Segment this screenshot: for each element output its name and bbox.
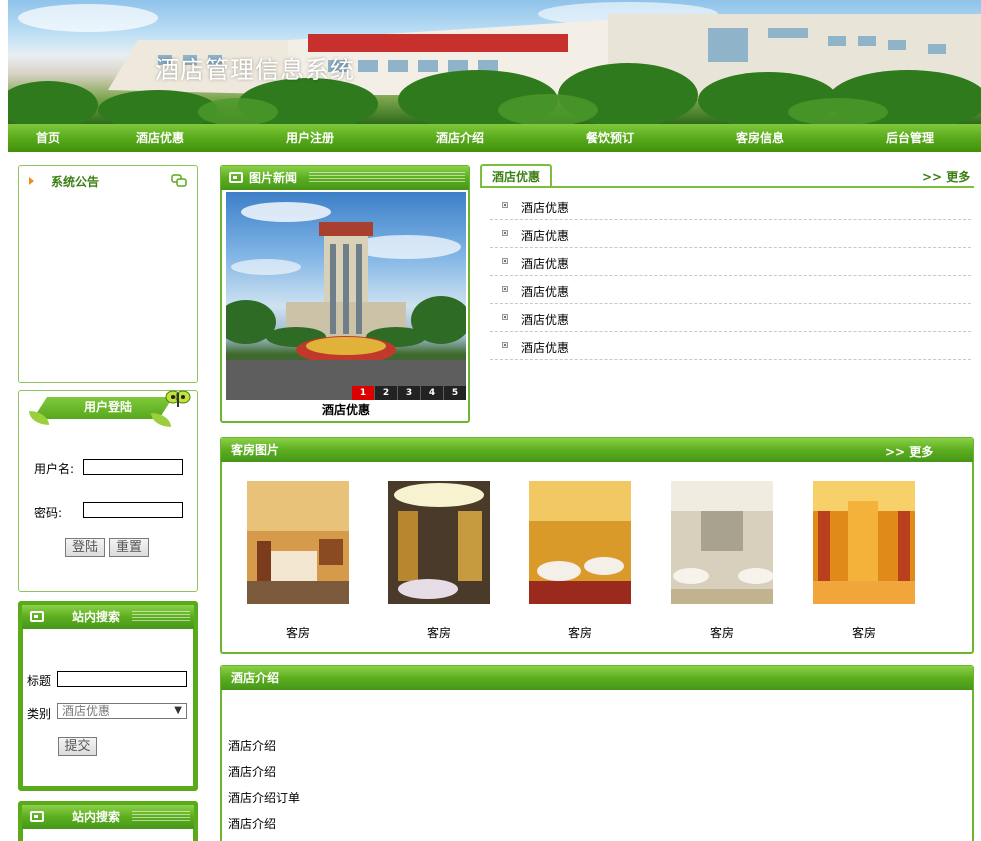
square-bullet-icon <box>502 342 508 348</box>
reset-button[interactable]: 重置 <box>109 538 149 557</box>
header-stripes <box>132 611 190 623</box>
intro-link[interactable]: 酒店介绍订单 <box>228 789 300 806</box>
nav-dining-booking[interactable]: 餐饮预订 <box>580 124 640 152</box>
login-panel: 用户登陆 用户名: 密码: 登陆 重置 <box>18 390 198 592</box>
category-label: 类别 <box>27 707 52 721</box>
card-icon <box>30 611 44 622</box>
search-header: 站内搜索 <box>22 605 194 629</box>
room-caption[interactable]: 客房 <box>388 624 490 641</box>
header-banner: 酒店管理信息系统 <box>8 0 981 124</box>
list-item: 酒店优惠 <box>490 276 971 304</box>
intro-link[interactable]: 酒店介绍 <box>228 763 276 780</box>
nav-hotel-deals[interactable]: 酒店优惠 <box>130 124 190 152</box>
room-thumbnail[interactable] <box>671 481 773 604</box>
hotel-intro-panel: 酒店介绍 <box>220 665 974 841</box>
list-item: 酒店优惠 <box>490 304 971 332</box>
search-panel-2: 站内搜索 <box>18 801 198 841</box>
card-icon <box>229 172 243 183</box>
chevron-down-icon: ▼ <box>174 705 182 716</box>
slide-4-button[interactable]: 4 <box>421 386 443 400</box>
room-caption[interactable]: 客房 <box>813 624 915 641</box>
slide-1-button[interactable]: 1 <box>352 386 374 400</box>
list-item: 酒店优惠 <box>490 220 971 248</box>
chat-bubbles-icon <box>171 174 187 187</box>
nav-home[interactable]: 首页 <box>30 124 66 152</box>
list-item: 酒店优惠 <box>490 192 971 220</box>
intro-link[interactable]: 酒店介绍 <box>228 815 276 832</box>
butterfly-icon <box>165 390 191 407</box>
promotion-link[interactable]: 酒店优惠 <box>521 227 569 244</box>
header-stripes <box>309 172 465 184</box>
search2-title: 站内搜索 <box>72 810 121 824</box>
nav-register[interactable]: 用户注册 <box>280 124 340 152</box>
title-label: 标题 <box>27 674 52 688</box>
square-bullet-icon <box>502 202 508 208</box>
submit-button[interactable]: 提交 <box>58 737 97 756</box>
slide-3-button[interactable]: 3 <box>398 386 420 400</box>
username-label: 用户名: <box>34 462 75 476</box>
square-bullet-icon <box>502 286 508 292</box>
promotion-link[interactable]: 酒店优惠 <box>521 255 569 272</box>
slide-5-button[interactable]: 5 <box>444 386 466 400</box>
square-bullet-icon <box>502 230 508 236</box>
list-item: 酒店优惠 <box>490 248 971 276</box>
news-slideshow-image[interactable]: 1 2 3 4 5 <box>226 192 466 400</box>
promotion-link[interactable]: 酒店优惠 <box>521 199 569 216</box>
room-pictures-header: 客房图片 >> 更多 <box>221 438 973 462</box>
category-select[interactable]: 酒店优惠 ▼ <box>57 703 187 719</box>
promotions-more-link[interactable]: >> 更多 <box>922 168 970 185</box>
password-input[interactable] <box>83 502 183 518</box>
room-caption[interactable]: 客房 <box>247 624 349 641</box>
picture-news-title: 图片新闻 <box>249 171 298 185</box>
slide-pager: 1 2 3 4 5 <box>351 386 466 400</box>
header-stripes <box>132 811 190 823</box>
password-label: 密码: <box>34 506 63 520</box>
promotion-link[interactable]: 酒店优惠 <box>521 311 569 328</box>
search-title: 站内搜索 <box>72 610 121 624</box>
hotel-building-illustration <box>8 2 981 124</box>
promotion-link[interactable]: 酒店优惠 <box>521 339 569 356</box>
main-nav: 首页 酒店优惠 用户注册 酒店介绍 餐饮预订 客房信息 后台管理 <box>8 124 981 152</box>
room-thumbnail[interactable] <box>813 481 915 604</box>
page: 酒店管理信息系统 首页 酒店优惠 用户注册 酒店介绍 餐饮预订 客房信息 后台管… <box>0 0 981 841</box>
slide-2-button[interactable]: 2 <box>375 386 397 400</box>
arrow-right-icon <box>29 177 34 185</box>
login-button[interactable]: 登陆 <box>65 538 105 557</box>
username-input[interactable] <box>83 459 183 475</box>
room-thumbnail[interactable] <box>388 481 490 604</box>
room-thumbnail[interactable] <box>247 481 349 604</box>
nav-hotel-intro[interactable]: 酒店介绍 <box>430 124 490 152</box>
picture-news-caption[interactable]: 酒店优惠 <box>226 401 466 418</box>
search-title-input[interactable] <box>57 671 187 687</box>
hotel-intro-header: 酒店介绍 <box>221 666 973 690</box>
hotel-tower-photo <box>226 202 466 400</box>
list-item: 酒店优惠 <box>490 332 971 360</box>
room-pictures-title: 客房图片 <box>231 443 280 457</box>
room-caption[interactable]: 客房 <box>671 624 773 641</box>
promotion-link[interactable]: 酒店优惠 <box>521 283 569 300</box>
intro-link[interactable]: 酒店介绍 <box>228 737 276 754</box>
hotel-intro-title: 酒店介绍 <box>231 671 280 685</box>
room-thumbnail[interactable] <box>529 481 631 604</box>
square-bullet-icon <box>502 258 508 264</box>
tab-hotel-deals[interactable]: 酒店优惠 <box>480 164 552 188</box>
notice-panel: 系统公告 <box>18 165 198 383</box>
nav-room-info[interactable]: 客房信息 <box>730 124 790 152</box>
picture-news-header: 图片新闻 <box>221 166 469 190</box>
notice-title: 系统公告 <box>51 175 100 189</box>
tab-underline <box>480 186 974 188</box>
rooms-more-link[interactable]: >> 更多 <box>885 443 933 460</box>
room-caption[interactable]: 客房 <box>529 624 631 641</box>
search2-header: 站内搜索 <box>22 805 194 829</box>
card-icon <box>30 811 44 822</box>
site-title: 酒店管理信息系统 <box>155 56 355 84</box>
square-bullet-icon <box>502 314 508 320</box>
nav-admin[interactable]: 后台管理 <box>880 124 940 152</box>
search-panel: 站内搜索 标题 类别 酒店优惠 ▼ 提交 <box>18 601 198 791</box>
